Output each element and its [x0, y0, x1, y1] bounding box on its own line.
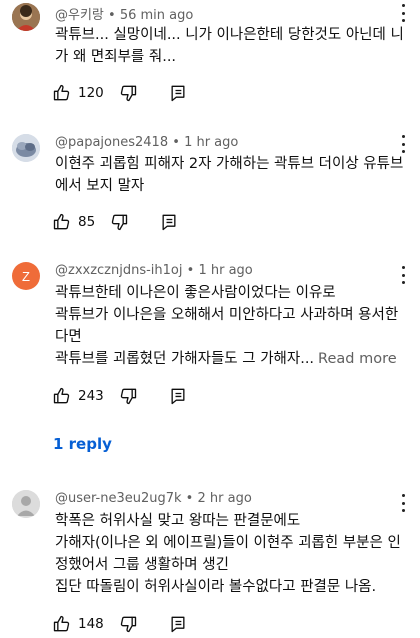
comment-author[interactable]: @zxxzcznjdns-ih1oj — [55, 263, 183, 278]
like-button[interactable]: 85 — [52, 212, 95, 232]
comment-meta: @papajones2418 • 1 hr ago — [55, 135, 239, 150]
reply-button[interactable] — [168, 386, 188, 406]
like-button[interactable]: 120 — [52, 83, 104, 103]
comment-line: 곽튜브... 실망이네... 니가 이나은한테 당한것도 아닌데 니 — [55, 27, 404, 43]
like-count: 120 — [78, 85, 104, 101]
comment-time: 56 min ago — [119, 8, 194, 23]
comment-time: 2 hr ago — [197, 491, 252, 506]
reply-icon — [171, 616, 185, 633]
thumbs-down-icon — [120, 85, 136, 102]
comment-line: 가해자(이나은 외 에이프릴)들이 이현주 괴롭힌 부분은 인 — [55, 535, 401, 551]
thumbs-up-icon — [53, 213, 70, 230]
like-count: 243 — [78, 388, 104, 404]
comment-line: 이현주 괴롭힘 피해자 2자 가해하는 곽튜브 더이상 유튜브 — [55, 156, 404, 172]
dislike-button[interactable] — [118, 83, 138, 103]
comment-line-last: 곽튜브를 괴롭혔던 가해자들도 그 가해자... Read more — [55, 348, 410, 370]
view-replies-link[interactable]: 1 reply — [53, 435, 112, 453]
comment-meta: @우키랑 • 56 min ago — [55, 8, 194, 23]
comment-meta: @zxxzcznjdns-ih1oj • 1 hr ago — [55, 263, 253, 278]
comment-line: 정했어서 그룹 생활하며 생긴 — [55, 557, 229, 573]
comment-actions: 148 — [52, 613, 188, 635]
comment-line: 다면 — [55, 329, 82, 345]
reply-button[interactable] — [168, 614, 188, 634]
like-button[interactable]: 243 — [52, 386, 104, 406]
comment-actions: 85 — [52, 211, 179, 233]
thumbs-up-icon — [53, 615, 70, 632]
like-count: 148 — [78, 616, 104, 632]
comment-actions: 120 — [52, 82, 188, 104]
like-count: 85 — [78, 214, 96, 230]
comment-time: 1 hr ago — [184, 135, 239, 150]
comment-line: 집단 따돌림이 허위사실이라 볼수없다고 판결문 나옴. — [55, 579, 377, 595]
avatar[interactable] — [12, 490, 40, 518]
dislike-button[interactable] — [118, 386, 138, 406]
thumbs-down-icon — [120, 616, 136, 633]
like-button[interactable]: 148 — [52, 614, 104, 634]
thumbs-up-icon — [53, 84, 70, 101]
comment-text: 이현주 괴롭힘 피해자 2자 가해하는 곽튜브 더이상 유튜브 에서 보지 말자 — [55, 153, 410, 197]
comment-text: 곽튜브한테 이나은이 좋은사람이었다는 이유로 곽튜브가 이나은을 오해해서 미… — [55, 282, 410, 370]
avatar-letter: Z — [22, 268, 30, 284]
more-vert-icon[interactable] — [398, 4, 408, 22]
comment-author[interactable]: @우키랑 — [55, 8, 104, 23]
more-vert-icon[interactable] — [398, 135, 408, 153]
comment-meta: @user-ne3eu2ug7k • 2 hr ago — [55, 491, 252, 506]
comment-actions: 243 — [52, 385, 188, 407]
comment-author[interactable]: @user-ne3eu2ug7k — [55, 491, 182, 506]
dislike-button[interactable] — [118, 614, 138, 634]
comment-time: 1 hr ago — [198, 263, 253, 278]
read-more-link[interactable]: Read more — [318, 351, 397, 367]
comment-line: 곽튜브가 이나은을 오해해서 미안하다고 사과하며 용서한 — [55, 307, 399, 323]
comment-line: 가 왜 면죄부를 줘... — [55, 49, 177, 65]
reply-button[interactable] — [159, 212, 179, 232]
comment-line: 곽튜브한테 이나은이 좋은사람이었다는 이유로 — [55, 285, 336, 301]
comment-text: 곽튜브... 실망이네... 니가 이나은한테 당한것도 아닌데 니 가 왜 면… — [55, 24, 410, 68]
dislike-button[interactable] — [109, 212, 129, 232]
comment-line: 에서 보지 말자 — [55, 178, 145, 194]
thumbs-down-icon — [120, 388, 136, 405]
comment-line: 학폭은 허위사실 맞고 왕따는 판결문에도 — [55, 513, 301, 529]
reply-icon — [171, 85, 185, 102]
comment-line: 곽튜브를 괴롭혔던 가해자들도 그 가해자... — [55, 351, 315, 367]
reply-icon — [162, 214, 176, 231]
avatar[interactable] — [12, 3, 40, 31]
comment-text: 학폭은 허위사실 맞고 왕따는 판결문에도 가해자(이나은 외 에이프릴)들이 … — [55, 510, 410, 598]
reply-button[interactable] — [168, 83, 188, 103]
thumbs-down-icon — [111, 214, 128, 231]
thumbs-up-icon — [53, 387, 70, 404]
comment-author[interactable]: @papajones2418 — [55, 135, 168, 150]
avatar[interactable] — [12, 134, 40, 162]
reply-icon — [171, 388, 185, 405]
avatar[interactable]: Z — [12, 262, 40, 290]
